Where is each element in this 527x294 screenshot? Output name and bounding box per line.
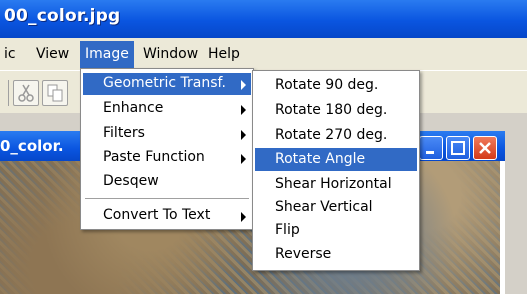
menu-item-geometric-transf[interactable]: Geometric Transf. — [103, 75, 226, 91]
maximize-icon — [451, 141, 465, 155]
menu-item-shear-vertical[interactable]: Shear Vertical — [275, 199, 373, 215]
submenu-arrow-icon — [241, 105, 246, 115]
menu-item-flip[interactable]: Flip — [275, 222, 300, 238]
menu-item-rotate-90[interactable]: Rotate 90 deg. — [275, 77, 378, 93]
child-minimize-button[interactable] — [419, 136, 443, 160]
menu-item-shear-horizontal[interactable]: Shear Horizontal — [275, 176, 392, 192]
menu-graphic-partial[interactable]: ic — [4, 46, 16, 62]
menu-item-desqew[interactable]: Desqew — [103, 173, 159, 189]
minimize-icon — [426, 151, 434, 154]
copy-icon — [47, 84, 63, 102]
menu-item-rotate-270[interactable]: Rotate 270 deg. — [275, 127, 387, 143]
cut-button[interactable] — [13, 80, 39, 106]
menu-item-reverse[interactable]: Reverse — [275, 246, 331, 262]
menu-item-paste-function[interactable]: Paste Function — [103, 149, 205, 165]
submenu-arrow-icon — [241, 80, 246, 90]
child-close-button[interactable] — [473, 136, 497, 160]
menu-item-filters[interactable]: Filters — [103, 125, 145, 141]
menu-view[interactable]: View — [36, 46, 69, 62]
geometric-submenu: Rotate 90 deg. Rotate 180 deg. Rotate 27… — [252, 70, 420, 271]
close-icon — [479, 142, 491, 154]
menu-item-convert-to-text[interactable]: Convert To Text — [103, 207, 210, 223]
menu-image[interactable]: Image — [80, 41, 134, 68]
menu-window[interactable]: Window — [143, 46, 198, 62]
app-title: 00_color.jpg — [4, 6, 121, 26]
canvas-edge — [500, 161, 505, 294]
menu-help[interactable]: Help — [208, 46, 240, 62]
submenu-arrow-icon — [241, 130, 246, 140]
copy-button[interactable] — [42, 80, 68, 106]
menu-item-enhance[interactable]: Enhance — [103, 100, 163, 116]
submenu-arrow-icon — [241, 212, 246, 222]
child-window-title: 0_color. — [0, 137, 64, 155]
scissors-icon — [18, 84, 34, 102]
menu-item-rotate-180[interactable]: Rotate 180 deg. — [275, 102, 387, 118]
child-maximize-button[interactable] — [446, 136, 470, 160]
submenu-arrow-icon — [241, 154, 246, 164]
image-menu: Geometric Transf. Enhance Filters Paste … — [80, 68, 254, 230]
menu-item-rotate-angle[interactable]: Rotate Angle — [275, 151, 365, 167]
menu-separator — [85, 198, 249, 199]
toolbar-separator — [0, 80, 9, 106]
